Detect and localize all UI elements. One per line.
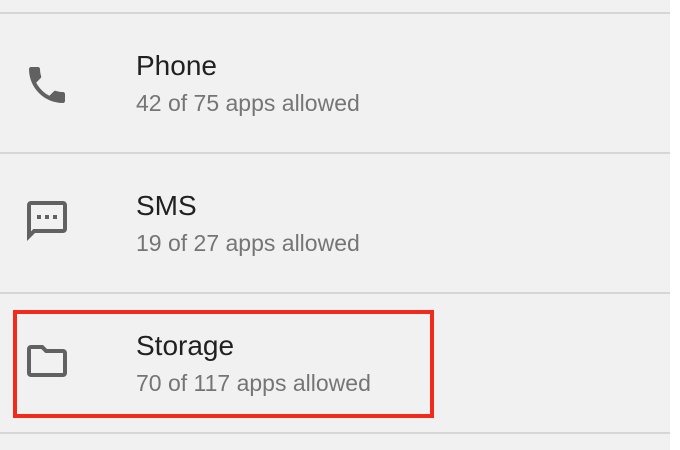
permission-item-subtitle: 42 of 75 apps allowed	[136, 90, 360, 116]
permission-item-title: Phone	[136, 50, 217, 81]
folder-icon	[23, 337, 71, 385]
permission-item-title: Storage	[136, 330, 235, 361]
permission-item-subtitle: 70 of 117 apps allowed	[136, 370, 371, 396]
divider	[0, 432, 670, 434]
permission-item-storage[interactable]: Storage 70 of 117 apps allowed	[0, 294, 670, 432]
permission-list: Phone 42 of 75 apps allowed SMS 19 of 27…	[0, 0, 680, 450]
permission-item-title: SMS	[136, 190, 197, 221]
sms-icon	[23, 197, 71, 245]
screen-edge	[670, 0, 680, 450]
phone-icon	[23, 61, 71, 109]
permission-item-sms[interactable]: SMS 19 of 27 apps allowed	[0, 154, 670, 292]
permission-item-phone[interactable]: Phone 42 of 75 apps allowed	[0, 14, 670, 152]
permission-item-subtitle: 19 of 27 apps allowed	[136, 230, 360, 256]
